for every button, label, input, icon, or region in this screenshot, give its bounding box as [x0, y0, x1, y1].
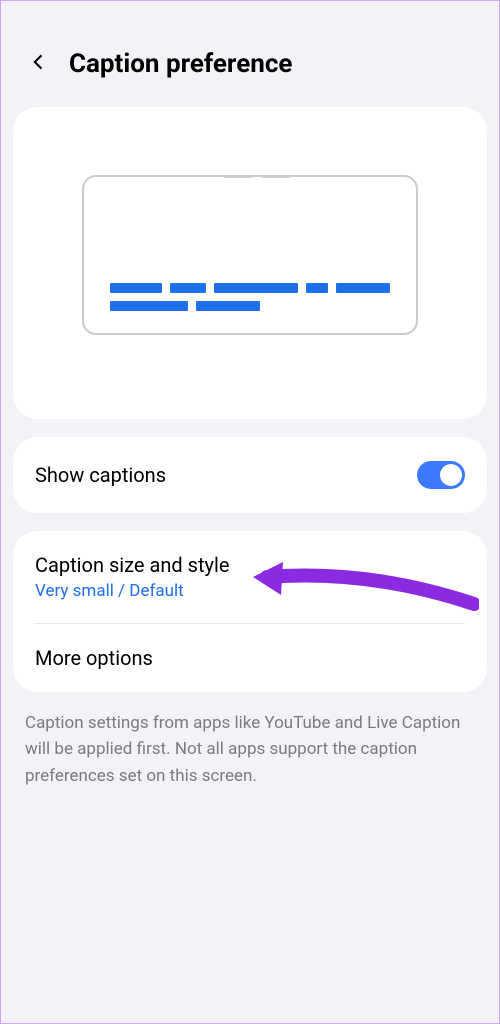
caption-options-card: Caption size and style Very small / Defa…: [13, 531, 487, 692]
caption-preview-card: [13, 107, 487, 419]
chevron-left-icon: [29, 52, 49, 76]
show-captions-toggle[interactable]: [417, 461, 465, 489]
page-title: Caption preference: [69, 49, 292, 79]
show-captions-row[interactable]: Show captions: [13, 437, 487, 513]
more-options-row[interactable]: More options: [13, 624, 487, 692]
device-frame: [82, 175, 418, 335]
caption-sample-icon: [110, 275, 390, 311]
camera-notch-icon: [262, 175, 290, 178]
header: Caption preference: [1, 1, 499, 107]
caption-size-style-title: Caption size and style: [35, 553, 465, 577]
show-captions-card: Show captions: [13, 437, 487, 513]
more-options-label: More options: [35, 646, 465, 670]
show-captions-label: Show captions: [35, 463, 166, 487]
caption-size-style-row[interactable]: Caption size and style Very small / Defa…: [13, 531, 487, 623]
camera-notch-icon: [224, 175, 252, 178]
caption-size-style-subtitle: Very small / Default: [35, 581, 465, 601]
footer-note: Caption settings from apps like YouTube …: [25, 710, 475, 789]
back-button[interactable]: [25, 50, 53, 78]
